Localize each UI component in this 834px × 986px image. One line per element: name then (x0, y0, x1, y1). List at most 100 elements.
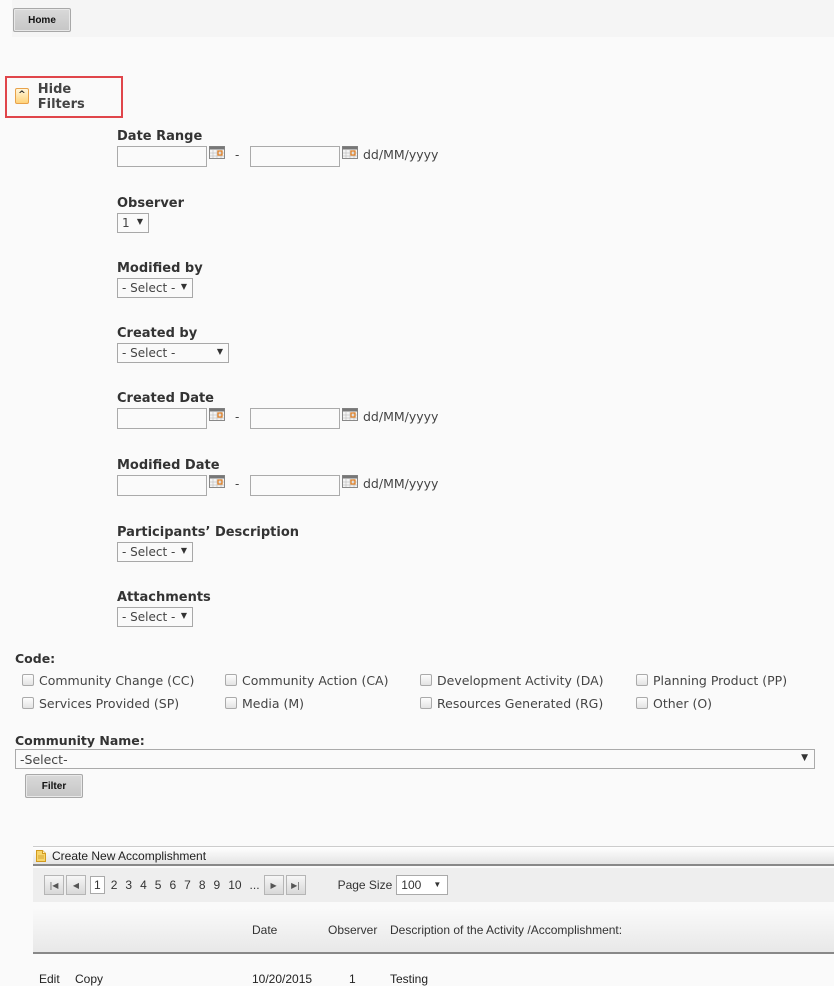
next-page-icon: ▶ (270, 880, 277, 890)
modified-date-label: Modified Date (117, 458, 220, 473)
page-9[interactable]: 9 (214, 878, 221, 892)
community-name-select[interactable]: -Select- ▼ (15, 749, 815, 769)
page-5[interactable]: 5 (155, 878, 162, 892)
created-date-to-input[interactable] (250, 408, 340, 429)
code-checkbox-sp[interactable]: Services Provided (SP) (22, 696, 179, 711)
code-checkbox-rg[interactable]: Resources Generated (RG) (420, 696, 603, 711)
modified-date-to-input[interactable] (250, 475, 340, 496)
checkbox[interactable] (420, 673, 432, 686)
chevron-down-icon: ▼ (180, 282, 187, 291)
checkbox-label: Development Activity (DA) (437, 673, 604, 688)
code-checkbox-o[interactable]: Other (O) (636, 696, 712, 711)
code-checkbox-da[interactable]: Development Activity (DA) (420, 673, 604, 688)
modified-by-value: - Select - (122, 281, 176, 295)
column-header-date[interactable]: Date (252, 923, 277, 937)
prev-page-button[interactable]: ◀ (66, 875, 86, 895)
modified-by-label: Modified by (117, 261, 203, 276)
chevron-down-icon: ▼ (180, 611, 187, 620)
page-1[interactable]: 1 (90, 876, 105, 894)
copy-link[interactable]: Copy (75, 972, 103, 986)
row-description: Testing (390, 972, 429, 986)
calendar-icon[interactable] (209, 146, 225, 159)
page-6[interactable]: 6 (169, 878, 176, 892)
page-size-label: Page Size (337, 878, 393, 892)
checkbox-label: Planning Product (PP) (653, 673, 788, 688)
filter-button[interactable]: Filter (25, 774, 83, 798)
more-pages[interactable]: ... (250, 878, 260, 892)
created-by-value: - Select - (122, 346, 176, 360)
checkbox-label: Media (M) (242, 696, 305, 711)
accomplishments-grid: Create New Accomplishment |◀ ◀ 1 2 3 4 5… (33, 846, 834, 986)
date-format-hint: dd/MM/yyyy (363, 147, 439, 162)
created-date-from-input[interactable] (117, 408, 207, 429)
calendar-icon[interactable] (342, 475, 358, 488)
checkbox[interactable] (22, 696, 34, 709)
participants-description-select[interactable]: - Select - ▼ (117, 542, 193, 562)
checkbox[interactable] (22, 673, 34, 686)
code-checkbox-ca[interactable]: Community Action (CA) (225, 673, 388, 688)
created-date-label: Created Date (117, 391, 214, 406)
chevron-down-icon: ▼ (801, 753, 808, 763)
page-10[interactable]: 10 (228, 878, 241, 892)
pager: |◀ ◀ 1 2 3 4 5 6 7 8 9 10 ... ▶ ▶| Page … (33, 868, 834, 902)
community-name-label: Community Name: (15, 733, 145, 748)
checkbox-label: Community Change (CC) (39, 673, 195, 688)
date-format-hint: dd/MM/yyyy (363, 476, 439, 491)
create-new-accomplishment-button[interactable]: Create New Accomplishment (33, 846, 834, 866)
checkbox[interactable] (636, 673, 648, 686)
checkbox[interactable] (636, 696, 648, 709)
grid-header: Date Observer Description of the Activit… (33, 908, 834, 954)
attachments-select[interactable]: - Select - ▼ (117, 607, 193, 627)
page-4[interactable]: 4 (140, 878, 147, 892)
column-header-observer[interactable]: Observer (328, 923, 377, 937)
calendar-icon[interactable] (342, 146, 358, 159)
chevron-down-icon: ▼ (180, 546, 187, 555)
column-header-description[interactable]: Description of the Activity /Accomplishm… (390, 923, 622, 937)
next-page-button[interactable]: ▶ (263, 875, 284, 895)
page-size-select[interactable]: 100 ▼ (396, 875, 449, 895)
observer-select[interactable]: 1 ▼ (117, 213, 149, 233)
calendar-icon[interactable] (209, 475, 225, 488)
checkbox[interactable] (225, 696, 237, 709)
date-format-hint: dd/MM/yyyy (363, 409, 439, 424)
attachments-label: Attachments (117, 590, 211, 605)
hide-filters-toggle[interactable]: ^ Hide Filters (5, 76, 123, 118)
first-page-button[interactable]: |◀ (44, 875, 64, 895)
modified-by-select[interactable]: - Select - ▼ (117, 278, 193, 298)
participants-description-value: - Select - (122, 545, 176, 559)
page-2[interactable]: 2 (111, 878, 118, 892)
chevron-down-icon: ▼ (216, 347, 223, 356)
checkbox[interactable] (420, 696, 432, 709)
edit-link[interactable]: Edit (39, 972, 60, 986)
code-checkbox-pp[interactable]: Planning Product (PP) (636, 673, 787, 688)
checkbox-label: Services Provided (SP) (39, 696, 180, 711)
attachments-value: - Select - (122, 610, 176, 624)
calendar-icon[interactable] (209, 408, 225, 421)
page-8[interactable]: 8 (199, 878, 206, 892)
created-by-select[interactable]: - Select - ▼ (117, 343, 229, 363)
participants-description-label: Participants’ Description (117, 525, 300, 540)
code-label: Code: (15, 651, 56, 666)
created-date-separator: - (235, 410, 240, 424)
modified-date-from-input[interactable] (117, 475, 207, 496)
prev-page-icon: ◀ (72, 880, 80, 890)
modified-date-separator: - (235, 477, 240, 491)
date-range-from-input[interactable] (117, 146, 207, 167)
last-page-button[interactable]: ▶| (285, 875, 306, 895)
code-checkbox-cc[interactable]: Community Change (CC) (22, 673, 194, 688)
checkbox-label: Community Action (CA) (242, 673, 389, 688)
page-3[interactable]: 3 (125, 878, 132, 892)
date-range-label: Date Range (117, 129, 203, 144)
created-by-label: Created by (117, 326, 198, 341)
calendar-icon[interactable] (342, 408, 358, 421)
chevron-down-icon: ▼ (433, 880, 442, 889)
observer-label: Observer (117, 196, 185, 211)
checkbox[interactable] (225, 673, 237, 686)
date-range-to-input[interactable] (250, 146, 340, 167)
code-checkbox-m[interactable]: Media (M) (225, 696, 304, 711)
date-range-separator: - (235, 148, 240, 162)
page-7[interactable]: 7 (184, 878, 191, 892)
home-button[interactable]: Home (13, 8, 71, 32)
community-name-value: -Select- (20, 751, 68, 767)
chevron-down-icon: ▼ (136, 217, 143, 226)
